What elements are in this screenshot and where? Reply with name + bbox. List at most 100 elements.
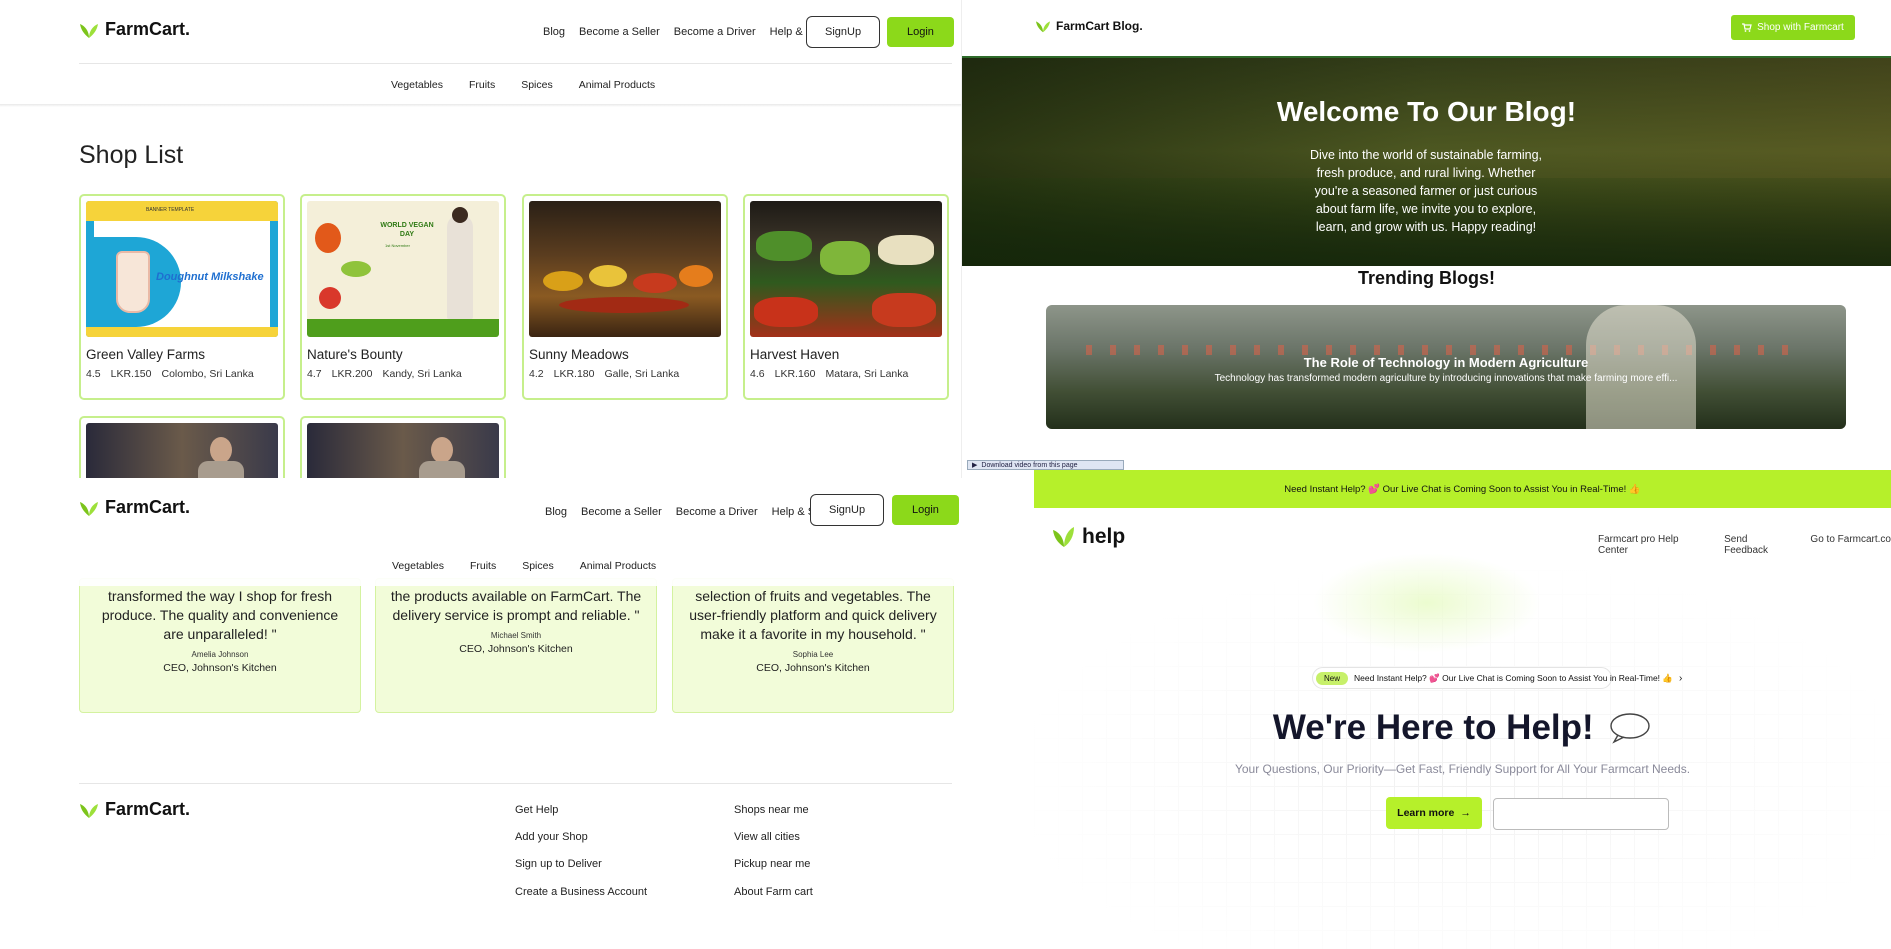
category-animal-products[interactable]: Animal Products <box>580 560 656 572</box>
hero-title: Welcome To Our Blog! <box>1276 96 1577 127</box>
testimonial-name: Sophia Lee <box>792 650 834 659</box>
banner-title: WORLD VEGAN DAY <box>380 222 434 238</box>
category-fruits[interactable]: Fruits <box>469 79 495 91</box>
footer-link-shops-near-me[interactable]: Shops near me <box>734 804 809 816</box>
signup-button[interactable]: SignUp <box>806 16 881 48</box>
learn-more-button[interactable]: Learn more → <box>1386 797 1482 829</box>
help-title-row: We're Here to Help! <box>1034 708 1891 748</box>
testimonial-card: the products available on FarmCart. The … <box>375 578 657 713</box>
shop-meta: 4.6 LKR.160 Matara, Sri Lanka <box>750 368 942 380</box>
footer-link-about[interactable]: About Farm cart <box>734 886 813 898</box>
shop-price: LKR.180 <box>553 368 595 380</box>
chevron-right-icon: › <box>1679 672 1683 684</box>
shop-location: Galle, Sri Lanka <box>604 368 680 380</box>
new-badge: New <box>1316 671 1349 685</box>
shop-card[interactable]: Harvest Haven 4.6 LKR.160 Matara, Sri La… <box>743 194 949 400</box>
logo-text: FarmCart Blog. <box>1056 19 1143 33</box>
shop-image: WORLD VEGAN DAY 1st November <box>307 201 499 337</box>
footer-divider <box>79 783 952 784</box>
help-input[interactable] <box>1493 798 1669 830</box>
signup-button[interactable]: SignUp <box>810 494 885 526</box>
logo-text: help <box>1082 525 1126 548</box>
farmcart-logo[interactable]: FarmCart. <box>79 19 190 40</box>
category-bar: Vegetables Fruits Spices Animal Products <box>392 560 656 572</box>
speech-bubble-icon <box>1610 713 1650 744</box>
footer-link-view-cities[interactable]: View all cities <box>734 831 800 843</box>
nav-become-seller[interactable]: Become a Seller <box>579 26 660 38</box>
download-bar-label: Download video from this page <box>981 461 1078 469</box>
nav-become-seller[interactable]: Become a Seller <box>581 506 662 518</box>
category-animal-products[interactable]: Animal Products <box>579 79 655 91</box>
arrow-right-icon: → <box>1460 807 1471 819</box>
category-bar: Vegetables Fruits Spices Animal Products <box>391 79 655 91</box>
banner-title: Doughnut Milkshake <box>156 271 264 283</box>
nav-blog[interactable]: Blog <box>543 26 565 38</box>
logo-text: FarmCart. <box>105 497 191 517</box>
shop-location: Kandy, Sri Lanka <box>382 368 462 380</box>
shop-image <box>529 201 721 337</box>
shop-meta: 4.7 LKR.200 Kandy, Sri Lanka <box>307 368 499 380</box>
shop-location: Matara, Sri Lanka <box>825 368 909 380</box>
shop-price: LKR.150 <box>110 368 152 380</box>
footer-link-add-shop[interactable]: Add your Shop <box>515 831 588 843</box>
leaf-logo-icon <box>80 803 98 818</box>
overlay-header: FarmCart. Blog Become a Seller Become a … <box>0 481 1034 586</box>
login-button[interactable]: Login <box>887 17 954 47</box>
shop-name: Nature's Bounty <box>307 347 403 362</box>
login-button[interactable]: Login <box>892 495 959 525</box>
testimonial-role: CEO, Johnson's Kitchen <box>459 643 573 655</box>
footer-link-sign-up-deliver[interactable]: Sign up to Deliver <box>515 858 602 870</box>
shop-card[interactable]: Sunny Meadows 4.2 LKR.180 Galle, Sri Lan… <box>522 194 728 400</box>
footer-link-get-help[interactable]: Get Help <box>515 804 558 816</box>
footer-link-pickup-near-me[interactable]: Pickup near me <box>734 858 810 870</box>
shop-card[interactable]: BANNER TEMPLATE Doughnut Milkshake Green… <box>79 194 285 400</box>
shop-price: LKR.160 <box>774 368 816 380</box>
nav-blog[interactable]: Blog <box>545 506 567 518</box>
category-fruits[interactable]: Fruits <box>470 560 496 572</box>
testimonial-name: Michael Smith <box>490 631 542 640</box>
nav-go-to-farmcart[interactable]: Go to Farmcart.co <box>1810 534 1891 556</box>
glow <box>1312 553 1542 653</box>
leaf-logo-icon <box>1053 527 1074 547</box>
download-video-bar[interactable]: ▶ Download video from this page <box>967 460 1124 470</box>
shop-location: Colombo, Sri Lanka <box>161 368 254 380</box>
category-spices[interactable]: Spices <box>522 560 554 572</box>
footer-link-business-account[interactable]: Create a Business Account <box>515 886 647 898</box>
shop-card[interactable]: WORLD VEGAN DAY 1st November Nature's Bo… <box>300 194 506 400</box>
shop-rating: 4.6 <box>750 368 765 380</box>
testimonial-card: selection of fruits and vegetables. The … <box>672 578 954 713</box>
trending-heading: Trending Blogs! <box>1358 268 1495 288</box>
help-subtitle: Your Questions, Our Priority—Get Fast, F… <box>1234 762 1691 776</box>
cart-icon <box>1742 23 1752 32</box>
trending-blog-card[interactable]: The Role of Technology in Modern Agricul… <box>1046 305 1846 429</box>
category-vegetables[interactable]: Vegetables <box>392 560 444 572</box>
shop-image <box>750 201 942 337</box>
logo-text: FarmCart. <box>105 799 191 819</box>
category-shadow <box>0 104 961 107</box>
nav-send-feedback[interactable]: Send Feedback <box>1724 534 1788 556</box>
category-vegetables[interactable]: Vegetables <box>391 79 443 91</box>
shop-rating: 4.5 <box>86 368 101 380</box>
blog-logo[interactable]: FarmCart Blog. <box>1035 19 1143 33</box>
logo-text: FarmCart. <box>105 19 191 39</box>
testimonial-role: CEO, Johnson's Kitchen <box>163 662 277 674</box>
shop-button-label: Shop with Farmcart <box>1757 22 1844 33</box>
announcement-pill[interactable]: New Need Instant Help? 💕 Our Live Chat i… <box>1312 667 1682 689</box>
shop-meta: 4.5 LKR.150 Colombo, Sri Lanka <box>86 368 278 380</box>
header-divider <box>79 63 952 64</box>
nav-become-driver[interactable]: Become a Driver <box>674 26 756 38</box>
farmcart-logo[interactable]: FarmCart. <box>79 497 190 518</box>
leaf-logo-icon <box>1036 21 1050 33</box>
blog-hero: Welcome To Our Blog! Dive into the world… <box>962 56 1891 266</box>
shop-image: BANNER TEMPLATE Doughnut Milkshake <box>86 201 278 337</box>
shop-rating: 4.2 <box>529 368 544 380</box>
shop-with-farmcart-button[interactable]: Shop with Farmcart <box>1731 15 1855 40</box>
nav-help-center[interactable]: Farmcart pro Help Center <box>1598 534 1702 556</box>
category-spices[interactable]: Spices <box>521 79 553 91</box>
top-nav: Blog Become a Seller Become a Driver Hel… <box>545 506 846 518</box>
footer-logo[interactable]: FarmCart. <box>79 799 190 820</box>
blog-page: FarmCart Blog. Shop with Farmcart Welcom… <box>962 0 1891 470</box>
help-logo[interactable]: help <box>1052 525 1125 549</box>
nav-become-driver[interactable]: Become a Driver <box>676 506 758 518</box>
learn-more-label: Learn more <box>1397 807 1455 819</box>
